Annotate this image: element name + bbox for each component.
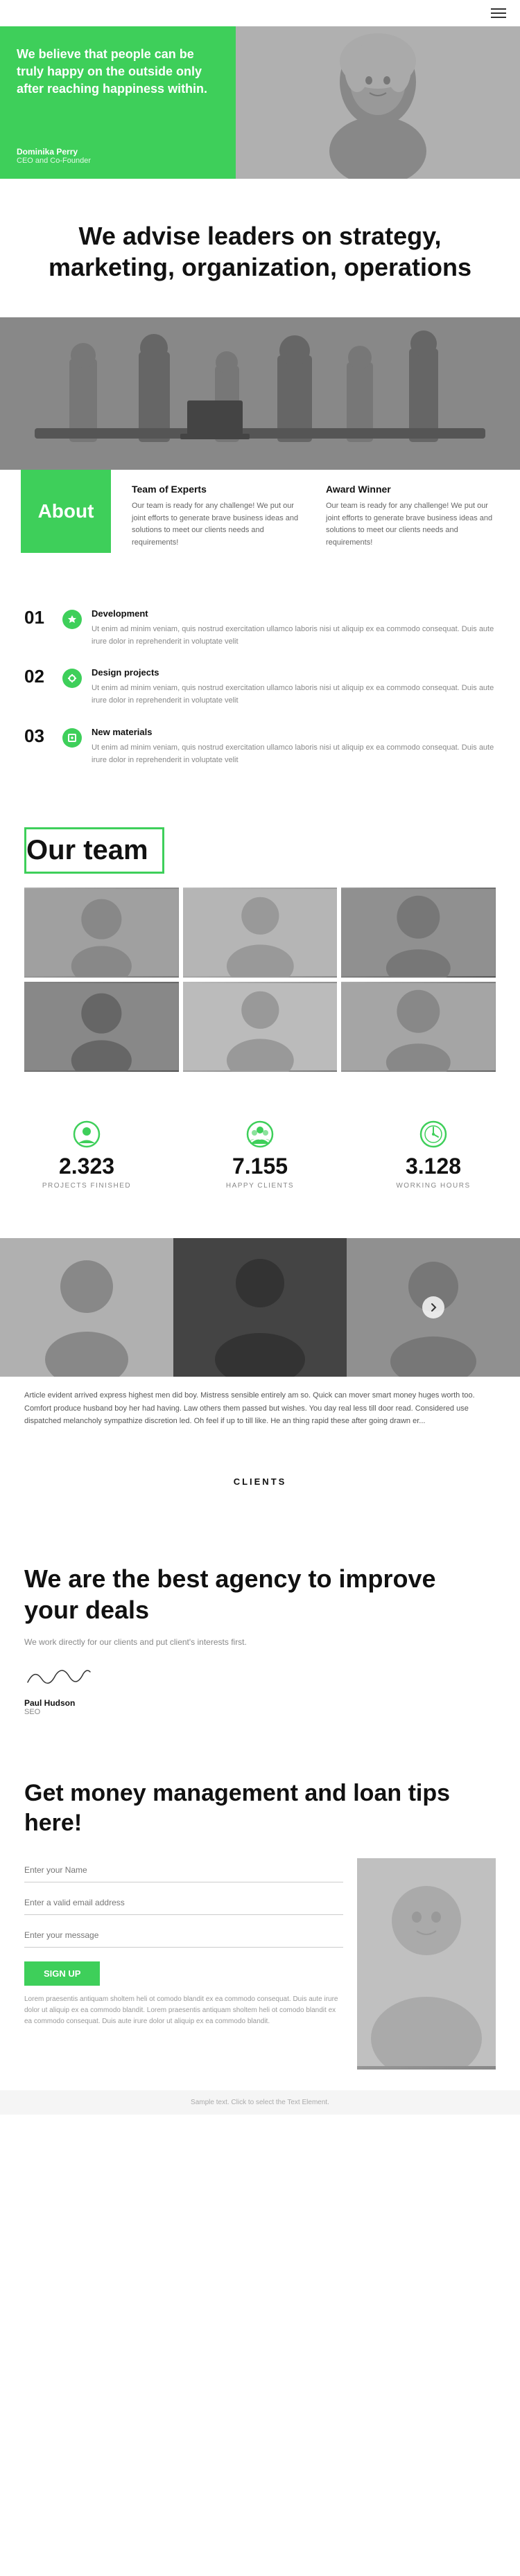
team-section: Our team [0,800,520,1086]
gallery-arrow-right[interactable] [422,1296,444,1318]
stat-number-3: 3.128 [347,1154,520,1179]
num-badge-3: 03 [24,727,62,745]
team-photo-1 [24,888,179,978]
loan-form: SIGN UP Lorem praesentis antiquam sholte… [24,1858,343,2070]
advise-heading: We advise leaders on strategy, marketing… [28,220,492,283]
hero-section: We believe that people can be truly happ… [0,26,520,179]
num-text-1: Ut enim ad minim veniam, quis nostrud ex… [92,623,496,648]
gallery-img-3 [347,1238,520,1377]
team-photo-6 [341,982,496,1072]
clients-section: CLIENTS [0,1456,520,1528]
numbered-list-section: 01 Development Ut enim ad minim veniam, … [0,581,520,800]
gallery-img-2 [173,1238,347,1377]
hero-right [236,26,520,179]
gallery-img-1 [0,1238,173,1377]
hero-left: We believe that people can be truly happ… [0,26,236,179]
stat-number-1: 2.323 [0,1154,173,1179]
hero-person-name: Dominika Perry [17,147,219,157]
gallery-section: Article evident arrived express highest … [0,1224,520,1456]
num-icon-2 [62,669,82,688]
num-content-3: New materials Ut enim ad minim veniam, q… [92,727,496,766]
team-photo-4 [24,982,179,1072]
num-title-1: Development [92,608,496,619]
signer-title: SEO [24,1708,496,1716]
num-item-1: 01 Development Ut enim ad minim veniam, … [24,608,496,648]
stat-label-3: WORKING HOURS [347,1182,520,1190]
team-photo-2 [183,888,338,978]
num-item-2: 02 Design projects Ut enim ad minim veni… [24,667,496,707]
hamburger-menu[interactable] [491,8,506,18]
stat-label-1: PROJECTS FINISHED [0,1182,173,1190]
about-image-svg [0,317,520,470]
loan-image [357,1858,496,2070]
stat-item-2: 7.155 HAPPY CLIENTS [173,1120,347,1190]
stat-item-3: 3.128 WORKING HOURS [347,1120,520,1190]
loan-heading: Get money management and loan tips here! [24,1779,496,1837]
stat-icon-2 [246,1120,274,1148]
hero-quote: We believe that people can be truly happ… [17,46,219,98]
num-icon-1 [62,610,82,629]
stat-item-1: 2.323 PROJECTS FINISHED [0,1120,173,1190]
stat-icon-3 [419,1120,447,1148]
clients-label: CLIENTS [24,1456,496,1501]
team-photo-3 [341,888,496,978]
loan-submit-button[interactable]: SIGN UP [24,1961,100,1986]
about-label: About [21,470,111,553]
about-team-text: Our team is ready for any challenge! We … [132,500,305,549]
hero-portrait [236,26,520,179]
num-title-3: New materials [92,727,496,737]
num-badge-1: 01 [24,608,62,626]
num-content-1: Development Ut enim ad minim veniam, qui… [92,608,496,648]
stats-section: 2.323 PROJECTS FINISHED 7.155 HAPPY CLIE… [0,1086,520,1224]
gallery-text: Article evident arrived express highest … [24,1389,496,1428]
team-photo-5 [183,982,338,1072]
num-icon-3 [62,728,82,748]
best-agency-text: We work directly for our clients and put… [24,1635,496,1649]
about-section: About Team of Experts Our team is ready … [0,470,520,581]
best-agency-section: We are the best agency to improve your d… [0,1528,520,1744]
about-award-col: Award Winner Our team is ready for any c… [326,484,499,553]
stat-number-2: 7.155 [173,1154,347,1179]
team-grid [24,888,496,1072]
about-image-container [0,317,520,470]
num-item-3: 03 New materials Ut enim ad minim veniam… [24,727,496,766]
num-title-2: Design projects [92,667,496,678]
about-award-heading: Award Winner [326,484,499,495]
signature [24,1661,496,1694]
navbar [0,0,520,26]
footer-text: Sample text. Click to select the Text El… [191,2099,329,2106]
team-title-wrapper: Our team [24,827,496,888]
num-text-3: Ut enim ad minim veniam, quis nostrud ex… [92,741,496,766]
stat-icon-1 [73,1120,101,1148]
about-award-text: Our team is ready for any challenge! We … [326,500,499,549]
signer-name: Paul Hudson [24,1698,496,1708]
best-agency-heading: We are the best agency to improve your d… [24,1563,496,1625]
num-content-2: Design projects Ut enim ad minim veniam,… [92,667,496,707]
num-badge-2: 02 [24,667,62,685]
loan-section: Get money management and loan tips here!… [0,1744,520,2090]
loan-email-input[interactable] [24,1891,343,1915]
num-text-2: Ut enim ad minim veniam, quis nostrud ex… [92,682,496,707]
about-team-heading: Team of Experts [132,484,305,495]
loan-disclaimer: Lorem praesentis antiquam sholtem heli o… [24,1994,343,2027]
loan-name-input[interactable] [24,1858,343,1882]
loan-message-input[interactable] [24,1923,343,1948]
about-team-col: Team of Experts Our team is ready for an… [132,484,305,553]
stat-label-2: HAPPY CLIENTS [173,1182,347,1190]
footer: Sample text. Click to select the Text El… [0,2090,520,2115]
hero-person-title: CEO and Co-Founder [17,157,219,165]
team-heading: Our team [24,827,164,874]
advise-section: We advise leaders on strategy, marketing… [0,179,520,317]
